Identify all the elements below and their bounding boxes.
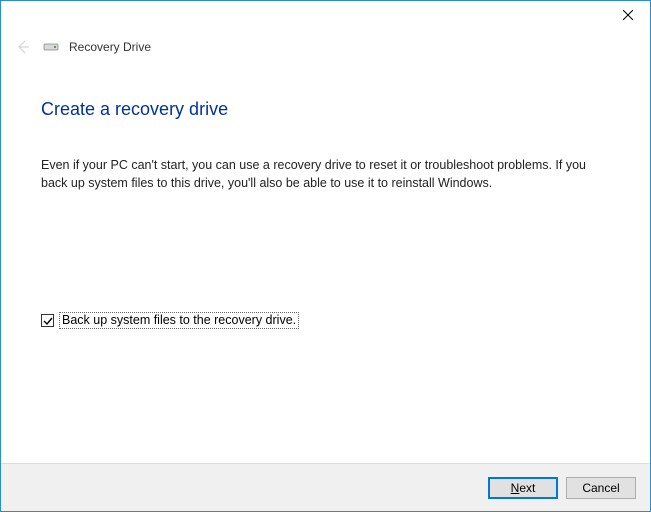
next-button-rest: ext (519, 481, 535, 495)
drive-icon (43, 41, 59, 53)
back-arrow-icon (15, 39, 31, 55)
header-row: Recovery Drive (1, 37, 650, 57)
footer: Next Cancel (1, 463, 650, 511)
page-heading: Create a recovery drive (41, 99, 610, 120)
wizard-window: Recovery Drive Create a recovery drive E… (0, 0, 651, 512)
backup-checkbox-label[interactable]: Back up system files to the recovery dri… (59, 312, 299, 329)
titlebar (1, 1, 650, 31)
content-area: Create a recovery drive Even if your PC … (1, 57, 650, 329)
checkmark-icon (43, 316, 53, 326)
back-button (13, 37, 33, 57)
next-button-accel: N (511, 481, 520, 495)
close-icon (623, 10, 633, 20)
next-button[interactable]: Next (488, 477, 558, 499)
backup-checkbox[interactable] (41, 314, 54, 327)
cancel-button[interactable]: Cancel (566, 477, 636, 499)
body-text: Even if your PC can't start, you can use… (41, 156, 596, 192)
window-title: Recovery Drive (69, 40, 151, 54)
backup-checkbox-row: Back up system files to the recovery dri… (41, 312, 610, 329)
close-button[interactable] (605, 1, 650, 29)
